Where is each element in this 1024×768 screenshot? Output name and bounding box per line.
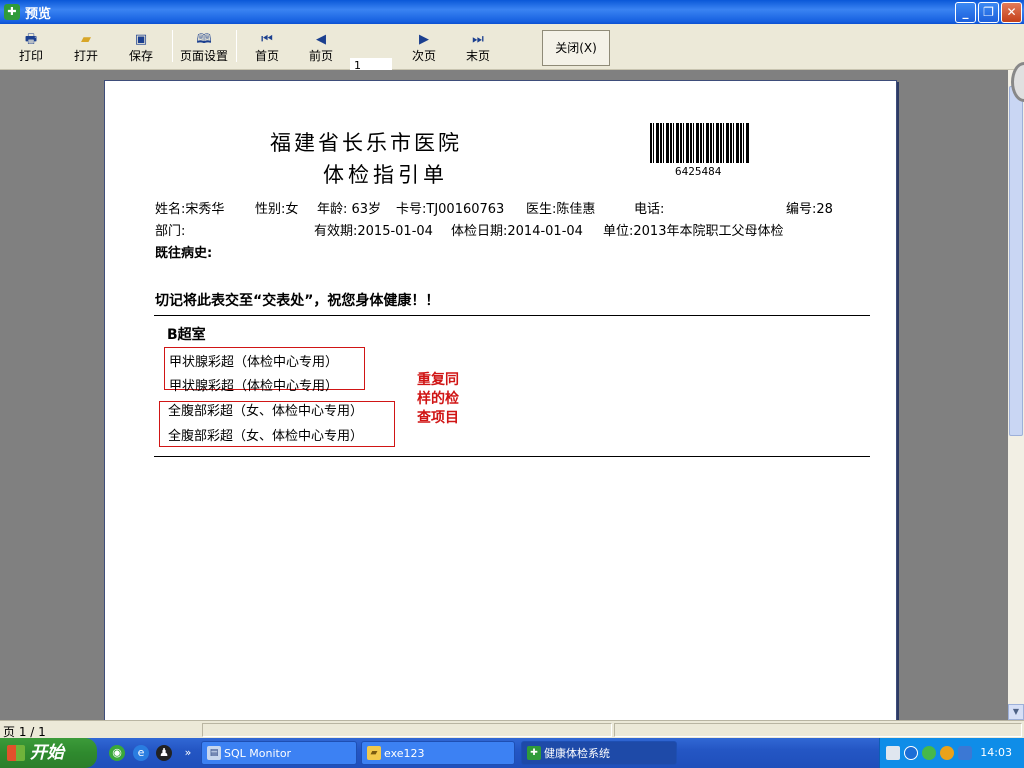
- monitor-icon: ▤: [207, 746, 221, 760]
- title-bar: ✚ 预览 _ ❐ ✕: [0, 0, 1024, 24]
- first-page-icon: ⏮: [261, 32, 273, 47]
- status-panel: [202, 723, 612, 737]
- vertical-scrollbar[interactable]: ▼: [1008, 70, 1024, 720]
- print-page: 福建省长乐市医院 体检指引单 6425484 姓名:宋秀华 性别:女 年龄: 6…: [104, 80, 897, 720]
- printer-icon: 🖶: [24, 32, 38, 47]
- duplicate-annotation: 重复同样的检查项目: [417, 372, 459, 426]
- app-icon: ✚: [527, 746, 541, 760]
- shield-icon[interactable]: [958, 746, 972, 760]
- first-page-label: 首页: [254, 49, 279, 63]
- task-label: SQL Monitor: [224, 747, 292, 760]
- department: 部门:: [155, 224, 186, 239]
- save-label: 保存: [128, 49, 153, 63]
- print-button[interactable]: 🖶 打印: [16, 32, 46, 63]
- triangle-right-icon: ▶: [419, 32, 429, 47]
- exam-item: 全腹部彩超（女、体检中心专用）: [168, 404, 364, 419]
- card-number: 卡号:TJ00160763: [396, 202, 505, 217]
- task-sql-monitor[interactable]: ▤ SQL Monitor: [201, 741, 357, 765]
- reminder-text: 切记将此表交至“交表处”，祝您身体健康！！: [155, 293, 440, 309]
- scroll-thumb[interactable]: [1009, 86, 1023, 436]
- toolbar-separator: [172, 30, 173, 62]
- task-exe123[interactable]: ▰ exe123: [361, 741, 515, 765]
- work-unit: 单位:2013年本院职工父母体检: [603, 224, 784, 239]
- start-button[interactable]: 开始: [0, 738, 97, 768]
- doctor-name: 医生:陈佳惠: [526, 202, 596, 217]
- serial-number: 编号:28: [786, 202, 833, 217]
- page-setup-label: 页面设置: [179, 49, 228, 63]
- chevron-more-icon[interactable]: »: [180, 745, 196, 761]
- taskbar: 开始 ◉ e ♟ » ▤ SQL Monitor ▰ exe123 ✚ 健康体检…: [0, 738, 1024, 768]
- page-setup-button[interactable]: 🕮 页面设置: [178, 32, 230, 63]
- last-page-label: 末页: [465, 49, 490, 63]
- medical-history: 既往病史:: [155, 246, 213, 261]
- valid-date: 有效期:2015-01-04: [314, 224, 433, 239]
- back-arrow-icon[interactable]: [904, 746, 918, 760]
- clock: 14:03: [980, 746, 1012, 759]
- task-label: exe123: [384, 747, 425, 760]
- next-page-label: 次页: [411, 49, 436, 63]
- exam-date: 体检日期:2014-01-04: [451, 224, 583, 239]
- book-icon: 🕮: [196, 32, 212, 47]
- open-button[interactable]: ▰ 打开: [71, 32, 101, 63]
- divider-top: [154, 315, 870, 316]
- system-tray: 14:03: [879, 738, 1024, 768]
- internet-explorer-icon[interactable]: e: [133, 745, 149, 761]
- triangle-left-icon: ◀: [316, 32, 326, 47]
- patient-gender: 性别:女: [255, 202, 299, 217]
- open-label: 打开: [73, 49, 98, 63]
- folder-icon: ▰: [367, 746, 381, 760]
- quicklaunch-green-icon[interactable]: ◉: [109, 745, 125, 761]
- exam-item: 甲状腺彩超（体检中心专用）: [169, 379, 339, 394]
- exam-item: 甲状腺彩超（体检中心专用）: [169, 355, 339, 370]
- barcode: [650, 123, 750, 163]
- minimize-button[interactable]: _: [955, 2, 976, 23]
- first-page-button[interactable]: ⏮ 首页: [252, 32, 282, 63]
- close-window-button[interactable]: ✕: [1001, 2, 1022, 23]
- preview-area: 福建省长乐市医院 体检指引单 6425484 姓名:宋秀华 性别:女 年龄: 6…: [0, 70, 1008, 720]
- last-page-icon: ⏭: [472, 32, 484, 47]
- floppy-disk-icon: ▣: [134, 32, 148, 47]
- print-label: 打印: [18, 49, 43, 63]
- restore-button[interactable]: ❐: [978, 2, 999, 23]
- patient-name: 姓名:宋秀华: [155, 202, 225, 217]
- patient-age: 年龄: 63岁: [317, 202, 382, 217]
- toolbar-separator: [236, 30, 237, 62]
- start-label: 开始: [30, 743, 64, 763]
- prev-page-label: 前页: [308, 49, 333, 63]
- form-title: 体检指引单: [323, 163, 448, 187]
- hospital-name: 福建省长乐市医院: [270, 131, 462, 155]
- task-health-system[interactable]: ✚ 健康体检系统: [521, 741, 677, 765]
- play-icon[interactable]: [922, 746, 936, 760]
- network-icon[interactable]: [940, 746, 954, 760]
- windows-flag-icon: [7, 745, 25, 761]
- status-bar: 页 1 / 1: [0, 720, 1024, 739]
- window-title: 预览: [25, 6, 52, 22]
- app-icon: ✚: [4, 4, 20, 20]
- phone: 电话:: [634, 202, 665, 217]
- barcode-number: 6425484: [675, 165, 722, 178]
- section-title: B超室: [167, 327, 206, 343]
- last-page-button[interactable]: ⏭ 末页: [463, 32, 493, 63]
- prev-page-button[interactable]: ◀ 前页: [306, 32, 336, 63]
- keyboard-icon[interactable]: [886, 746, 900, 760]
- toolbar: 🖶 打印 ▰ 打开 ▣ 保存 🕮 页面设置 ⏮ 首页 ◀ 前页 ▶ 次页 ⏭ 末…: [0, 24, 1024, 72]
- status-panel: [614, 723, 1022, 737]
- close-button[interactable]: 关闭(X): [542, 30, 610, 66]
- next-page-button[interactable]: ▶ 次页: [409, 32, 439, 63]
- save-button[interactable]: ▣ 保存: [126, 32, 156, 63]
- divider-bottom: [154, 456, 870, 457]
- scroll-down-icon[interactable]: ▼: [1008, 704, 1024, 720]
- task-label: 健康体检系统: [544, 747, 610, 760]
- folder-icon: ▰: [81, 32, 91, 47]
- exam-item: 全腹部彩超（女、体检中心专用）: [168, 429, 364, 444]
- qq-penguin-icon[interactable]: ♟: [156, 745, 172, 761]
